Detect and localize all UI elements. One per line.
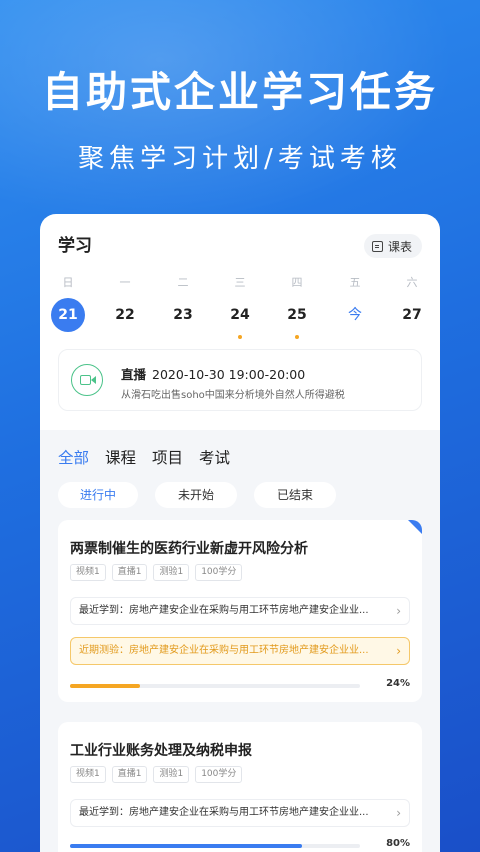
date-cell[interactable]: 24: [223, 298, 257, 339]
weekday-label: 二: [177, 276, 189, 289]
course-badges: 视频1 直播1 测验1 100学分: [70, 766, 243, 783]
calendar-icon: [371, 240, 383, 252]
date-label: 27: [402, 307, 422, 323]
badge: 直播1: [111, 564, 148, 581]
date-cell-selected[interactable]: 21: [51, 298, 85, 332]
status-filters: 进行中 未开始 已结束: [58, 482, 422, 508]
date-label: 22: [115, 307, 135, 323]
chevron-right-icon: ›: [396, 604, 401, 618]
weekday-label: 日: [62, 276, 74, 289]
progress-fill: [70, 684, 140, 688]
live-time: 2020-10-30 19:00-20:00: [152, 367, 306, 382]
date-label: 今: [348, 307, 362, 323]
app-screen: 学习 课表 日 一 二 三 四 五 六 21 22 23 24 25 今 27 …: [40, 214, 440, 852]
event-dot: [295, 335, 299, 339]
recent-study-row[interactable]: 最近学到：房地产建安企业在采购与用工环节房地产建安企业业... ›: [70, 597, 410, 625]
badge: 测验1: [153, 766, 190, 783]
date-label: 24: [230, 307, 250, 323]
chevron-right-icon: ›: [396, 644, 401, 658]
date-row: 21 22 23 24 25 今 27: [40, 298, 440, 339]
date-label: 23: [173, 307, 193, 323]
weekday-label: 六: [406, 276, 418, 289]
date-cell[interactable]: 27: [395, 298, 429, 332]
event-dot: [238, 335, 242, 339]
progress-percent: 24%: [386, 678, 410, 689]
tab-courses[interactable]: 课程: [105, 446, 136, 468]
date-label: 21: [58, 307, 78, 323]
course-title: 工业行业账务处理及纳税申报: [70, 743, 252, 759]
category-tabs: 全部 课程 项目 考试: [58, 446, 230, 468]
tab-projects[interactable]: 项目: [152, 446, 183, 468]
date-cell-today[interactable]: 今: [338, 298, 372, 332]
badge: 100学分: [195, 564, 243, 581]
live-tag: 直播: [121, 367, 147, 382]
weekday-row: 日 一 二 三 四 五 六: [40, 274, 440, 290]
filter-in-progress[interactable]: 进行中: [58, 482, 138, 508]
video-camera-icon: [71, 364, 103, 396]
filter-ended[interactable]: 已结束: [254, 482, 336, 508]
schedule-button[interactable]: 课表: [363, 234, 422, 258]
recent-study-row[interactable]: 最近学到：房地产建安企业在采购与用工环节房地产建安企业业... ›: [70, 799, 410, 827]
chevron-right-icon: ›: [396, 806, 401, 820]
date-cell[interactable]: 23: [166, 298, 200, 332]
app-header: 学习 课表: [58, 232, 422, 260]
recent-exam-row[interactable]: 近期测验：房地产建安企业在采购与用工环节房地产建安企业业... ›: [70, 637, 410, 665]
corner-marker: [408, 520, 422, 534]
progress-fill: [70, 844, 302, 848]
live-session-header: 直播 2020-10-30 19:00-20:00: [121, 364, 305, 383]
promo-subline: 聚焦学习计划/考试考核: [78, 144, 402, 174]
schedule-label: 课表: [387, 239, 412, 254]
filter-not-started[interactable]: 未开始: [155, 482, 237, 508]
weekday-label: 五: [349, 276, 361, 289]
weekday-label: 三: [234, 276, 246, 289]
recent-study-text: 最近学到：房地产建安企业在采购与用工环节房地产建安企业业...: [79, 807, 369, 818]
badge: 测验1: [153, 564, 190, 581]
badge: 直播1: [111, 766, 148, 783]
weekday-label: 四: [291, 276, 303, 289]
date-cell[interactable]: 25: [280, 298, 314, 339]
live-description: 从滑石吃出售soho中国来分析境外自然人所得避税: [121, 390, 345, 401]
progress-percent: 80%: [386, 838, 410, 849]
course-card[interactable]: 两票制催生的医药行业新虚开风险分析 视频1 直播1 测验1 100学分 最近学到…: [58, 520, 422, 702]
recent-exam-text: 近期测验：房地产建安企业在采购与用工环节房地产建安企业业...: [79, 645, 369, 656]
promo-headline: 自助式企业学习任务: [42, 68, 438, 116]
date-label: 25: [287, 307, 307, 323]
tab-all[interactable]: 全部: [58, 446, 89, 468]
live-session-card[interactable]: 直播 2020-10-30 19:00-20:00 从滑石吃出售soho中国来分析…: [58, 349, 422, 411]
recent-study-text: 最近学到：房地产建安企业在采购与用工环节房地产建安企业业...: [79, 605, 369, 616]
progress-bar: [70, 684, 360, 688]
course-card[interactable]: 工业行业账务处理及纳税申报 视频1 直播1 测验1 100学分 最近学到：房地产…: [58, 722, 422, 852]
course-list-area: 全部 课程 项目 考试 进行中 未开始 已结束 两票制催生的医药行业新虚开风险分…: [40, 430, 440, 852]
badge: 视频1: [70, 766, 106, 783]
date-cell[interactable]: 22: [108, 298, 142, 332]
course-title: 两票制催生的医药行业新虚开风险分析: [70, 541, 308, 557]
tab-exams[interactable]: 考试: [199, 446, 230, 468]
badge: 视频1: [70, 564, 106, 581]
badge: 100学分: [195, 766, 243, 783]
progress-bar: [70, 844, 360, 848]
course-badges: 视频1 直播1 测验1 100学分: [70, 564, 243, 581]
weekday-label: 一: [119, 276, 131, 289]
